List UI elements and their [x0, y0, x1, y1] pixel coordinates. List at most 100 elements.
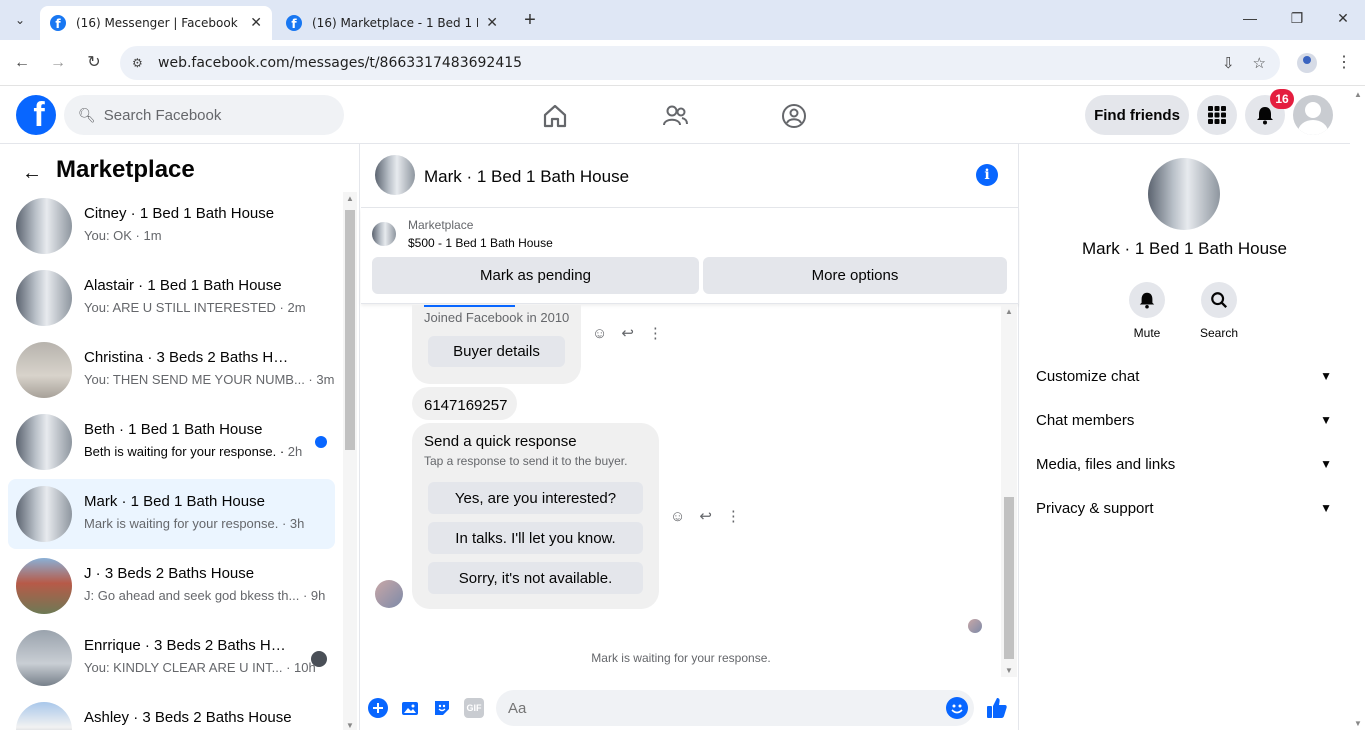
conversation-name: J · 3 Beds 2 Baths House	[84, 565, 255, 582]
customize-chat-row[interactable]: Customize chat ▼	[1028, 356, 1340, 396]
scroll-down-icon[interactable]: ▼	[1354, 719, 1362, 728]
back-arrow-icon[interactable]: ←	[22, 162, 42, 185]
conversation-item[interactable]: Enrrique · 3 Beds 2 Baths Hou... You: KI…	[8, 623, 335, 693]
listing-thumbnail	[16, 270, 72, 326]
chevron-down-icon: ▼	[1320, 501, 1332, 515]
sticker-icon[interactable]	[432, 698, 452, 718]
gif-icon[interactable]: GIF	[464, 698, 484, 718]
chat-avatar[interactable]	[375, 155, 415, 195]
search-conversation-button[interactable]: Search	[1189, 282, 1249, 340]
conversation-item[interactable]: Citney · 1 Bed 1 Bath House You: OK · 1m	[8, 191, 335, 261]
close-tab-icon[interactable]: ✕	[250, 15, 262, 31]
message-actions: ☺ ↩ ⋮	[670, 507, 741, 526]
privacy-support-row[interactable]: Privacy & support ▼	[1028, 488, 1340, 528]
tab-search-chevron-icon[interactable]: ⌄	[6, 8, 34, 32]
conversation-item[interactable]: Ashley · 3 Beds 2 Baths House	[8, 695, 335, 730]
scroll-up-icon[interactable]: ▲	[1005, 307, 1013, 316]
conversation-preview: Beth is waiting for your response. · 2h	[84, 444, 303, 459]
media-files-links-row[interactable]: Media, files and links ▼	[1028, 444, 1340, 484]
tab-marketplace[interactable]: f (16) Marketplace - 1 Bed 1 Bath ✕	[276, 6, 508, 40]
more-icon[interactable]: ⋮	[648, 324, 663, 342]
forward-icon[interactable]: →	[47, 52, 69, 74]
friends-icon[interactable]	[661, 102, 689, 130]
restore-icon[interactable]: ❐	[1287, 10, 1307, 27]
conversation-item[interactable]: Beth · 1 Bed 1 Bath House Beth is waitin…	[8, 407, 335, 477]
menu-grid-button[interactable]	[1197, 95, 1237, 135]
chat-title[interactable]: Mark · 1 Bed 1 Bath House	[424, 167, 629, 187]
scrollbar-thumb[interactable]	[1004, 497, 1014, 659]
conversation-item[interactable]: Alastair · 1 Bed 1 Bath House You: ARE U…	[8, 263, 335, 333]
scroll-up-icon[interactable]: ▲	[346, 194, 354, 203]
tab-messenger[interactable]: f (16) Messenger | Facebook ✕	[40, 6, 272, 40]
photo-icon[interactable]	[400, 698, 420, 718]
message-actions: ☺ ↩ ⋮	[592, 324, 663, 343]
scroll-down-icon[interactable]: ▼	[1005, 666, 1013, 675]
conversation-name: Christina · 3 Beds 2 Baths House	[84, 349, 294, 366]
chevron-down-icon: ▼	[1320, 413, 1332, 427]
reload-icon[interactable]: ↻	[83, 52, 105, 74]
install-app-icon[interactable]: ⇩	[1222, 54, 1235, 72]
bookmark-star-icon[interactable]: ☆	[1253, 54, 1266, 72]
like-icon[interactable]	[985, 696, 1009, 720]
conversation-item[interactable]: J · 3 Beds 2 Baths House J: Go ahead and…	[8, 551, 335, 621]
quick-reply-button[interactable]: Yes, are you interested?	[428, 482, 643, 514]
contact-avatar[interactable]	[1148, 158, 1220, 230]
quick-reply-button[interactable]: In talks. I'll let you know.	[428, 522, 643, 554]
minimize-icon[interactable]: —	[1240, 10, 1260, 26]
bell-icon	[1129, 282, 1165, 318]
facebook-header: f 🔍︎ Search Facebook Find friends 16	[0, 86, 1350, 144]
conversation-item-active[interactable]: Mark · 1 Bed 1 Bath House Mark is waitin…	[8, 479, 335, 549]
reply-icon[interactable]: ↩	[699, 507, 712, 525]
conversation-name: Alastair · 1 Bed 1 Bath House	[84, 277, 282, 294]
listing-thumbnail[interactable]	[372, 222, 396, 246]
buyer-link-underline	[424, 305, 515, 307]
chrome-menu-icon[interactable]: ⋮	[1336, 52, 1352, 72]
chrome-profile-icon[interactable]	[1297, 53, 1317, 73]
account-avatar[interactable]	[1293, 95, 1333, 135]
facebook-logo-icon[interactable]: f	[16, 95, 56, 135]
more-options-button[interactable]: More options	[703, 257, 1007, 294]
more-icon[interactable]: ⋮	[726, 507, 741, 525]
scroll-up-icon[interactable]: ▲	[1354, 90, 1362, 99]
react-icon[interactable]: ☺	[670, 508, 685, 525]
groups-icon[interactable]	[780, 102, 808, 130]
tab-title: (16) Marketplace - 1 Bed 1 Bath	[312, 16, 478, 30]
page-scrollbar[interactable]: ▲ ▼	[1350, 86, 1365, 730]
quick-reply-button[interactable]: Sorry, it's not available.	[428, 562, 643, 594]
find-friends-button[interactable]: Find friends	[1085, 95, 1189, 135]
buyer-details-button[interactable]: Buyer details	[428, 336, 565, 367]
chat-scrollbar[interactable]: ▲ ▼	[1001, 305, 1017, 677]
row-label: Privacy & support	[1036, 499, 1154, 517]
close-window-icon[interactable]: ✕	[1333, 10, 1353, 27]
scrollbar-thumb[interactable]	[345, 210, 355, 450]
info-icon[interactable]: i	[976, 164, 998, 186]
react-icon[interactable]: ☺	[592, 325, 607, 342]
plus-icon[interactable]	[368, 698, 388, 718]
conversation-name: Beth · 1 Bed 1 Bath House	[84, 421, 263, 438]
listing-thumbnail	[16, 702, 72, 730]
message-list: Joined Facebook in 2010 Buyer details ☺ …	[361, 305, 1019, 677]
sender-avatar[interactable]	[375, 580, 403, 608]
back-icon[interactable]: ←	[11, 52, 33, 74]
chat-members-row[interactable]: Chat members ▼	[1028, 400, 1340, 440]
new-tab-icon[interactable]: +	[520, 10, 540, 30]
scroll-down-icon[interactable]: ▼	[346, 721, 354, 730]
message-input[interactable]	[496, 690, 974, 726]
site-settings-icon[interactable]: ⚙	[132, 56, 148, 70]
sidebar-scrollbar[interactable]: ▲ ▼	[343, 192, 357, 730]
close-tab-icon[interactable]: ✕	[486, 15, 498, 31]
facebook-favicon-icon: f	[286, 15, 302, 31]
url-field[interactable]: ⚙ web.facebook.com/messages/t/8663317483…	[120, 46, 1280, 80]
conversation-item[interactable]: Christina · 3 Beds 2 Baths House You: TH…	[8, 335, 335, 405]
search-input[interactable]: 🔍︎ Search Facebook	[64, 95, 344, 135]
emoji-icon[interactable]	[946, 697, 968, 719]
listing-title[interactable]: $500 - 1 Bed 1 Bath House	[408, 236, 553, 250]
home-icon[interactable]	[541, 102, 569, 130]
mute-button[interactable]: Mute	[1117, 282, 1177, 340]
conversation-preview: You: KINDLY CLEAR ARE U INT... · 10h	[84, 660, 316, 675]
quick-response-subtitle: Tap a response to send it to the buyer.	[424, 454, 628, 468]
reply-icon[interactable]: ↩	[621, 324, 634, 342]
mark-as-pending-button[interactable]: Mark as pending	[372, 257, 699, 294]
row-label: Media, files and links	[1036, 455, 1176, 473]
conversation-preview: J: Go ahead and seek god bkess th... · 9…	[84, 588, 326, 603]
